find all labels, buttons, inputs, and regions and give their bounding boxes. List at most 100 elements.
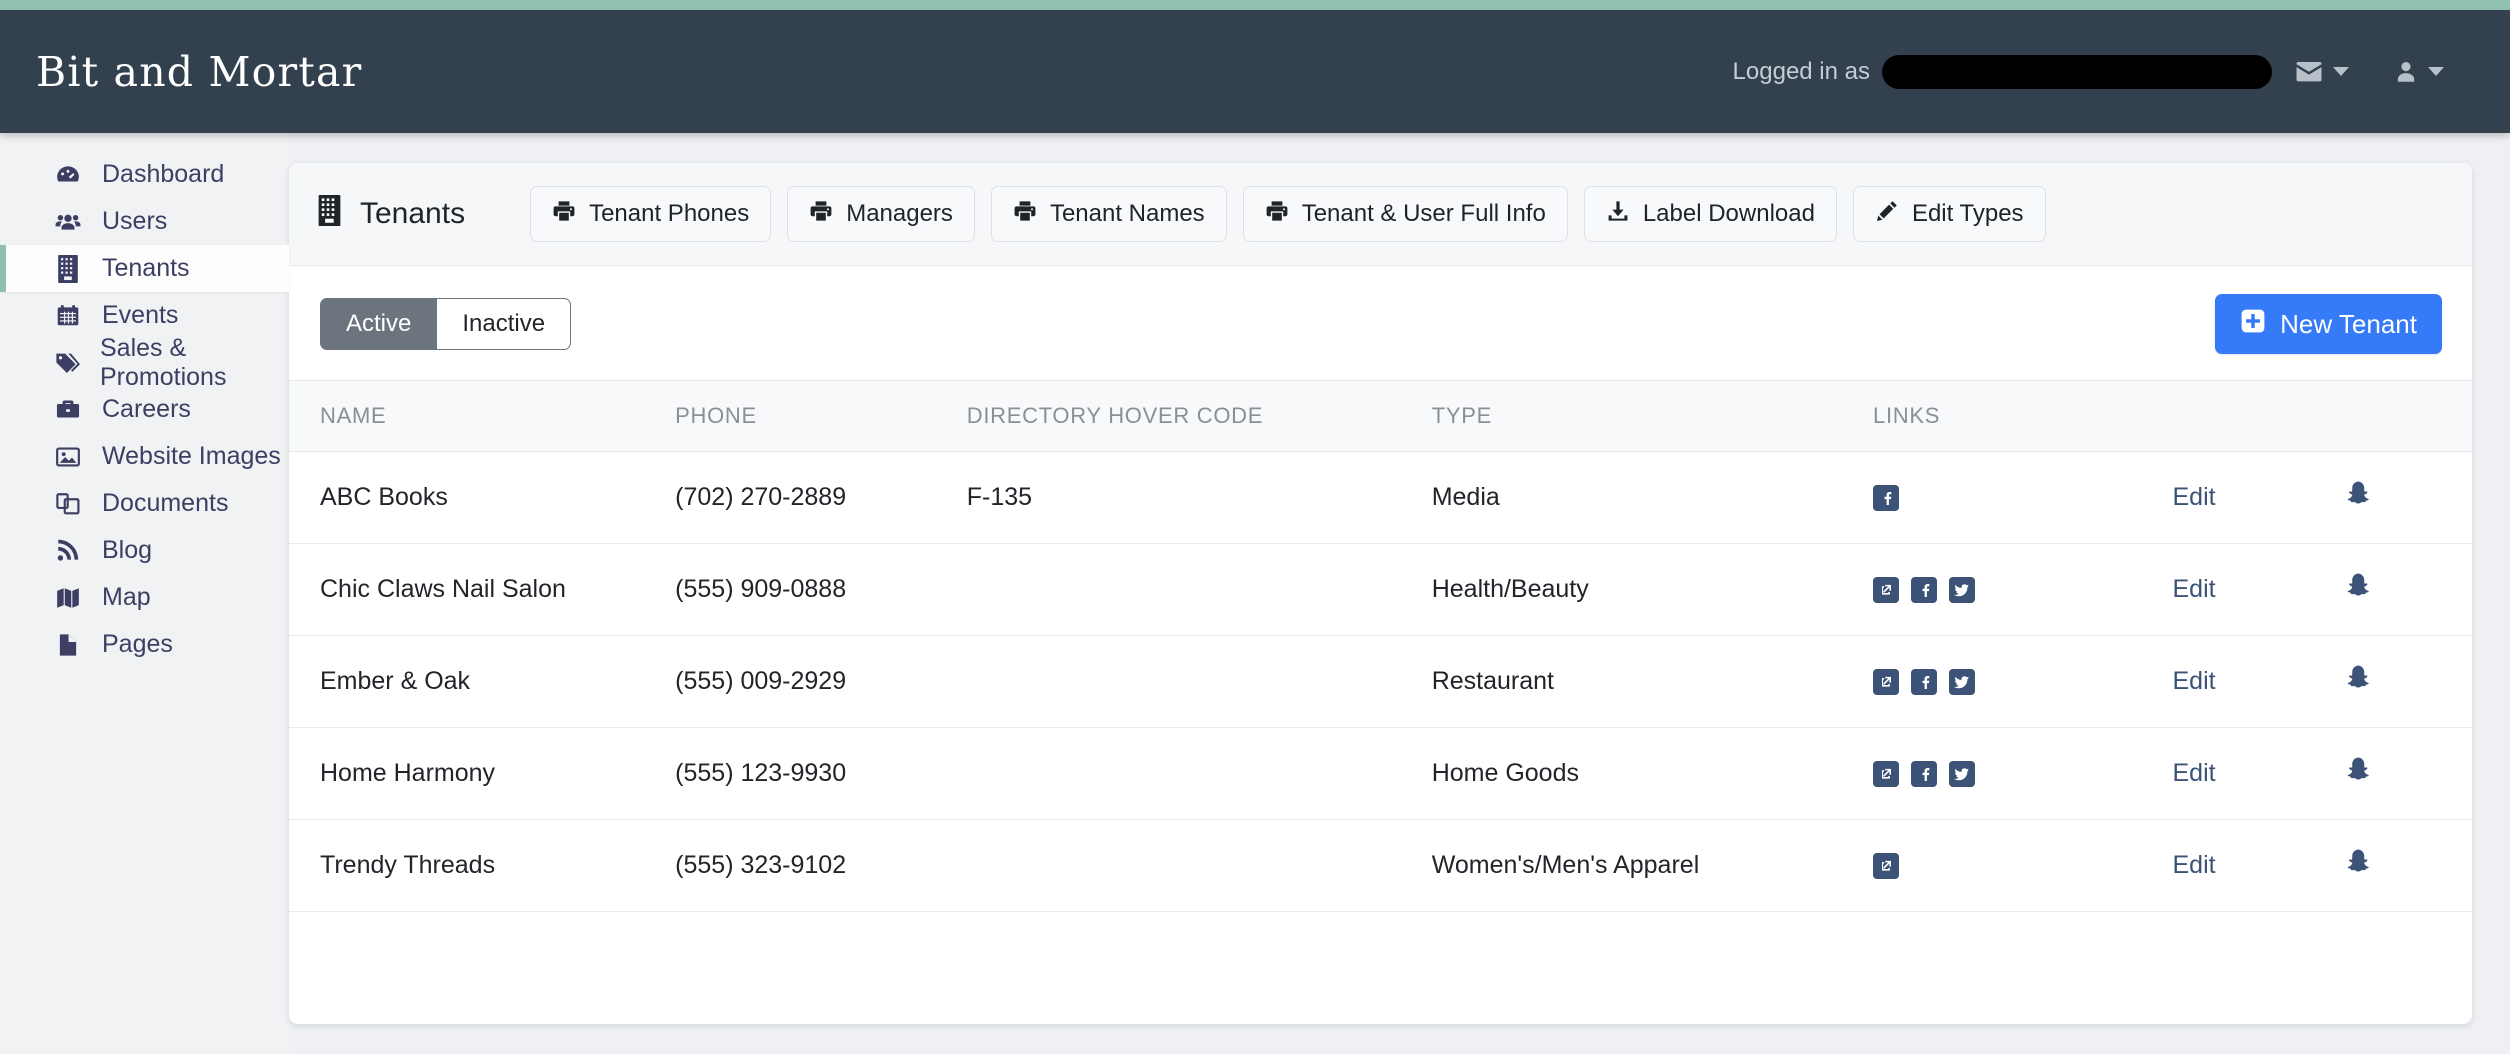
cell-phone: (555) 123-9930 [675, 727, 967, 820]
table-head: NAME PHONE DIRECTORY HOVER CODE TYPE LIN… [289, 380, 2472, 452]
cell-directory-hover-code [966, 727, 1432, 820]
sidebar-item-label: Tenants [102, 254, 190, 282]
snapchat-ghost-icon[interactable] [2346, 480, 2372, 508]
sidebar-item-dashboard[interactable]: Dashboard [0, 151, 289, 198]
snapchat-ghost-icon[interactable] [2346, 572, 2372, 600]
toolbar-button-edit-types[interactable]: Edit Types [1852, 186, 2046, 242]
plus-square-icon [2240, 308, 2266, 341]
download-icon [1606, 199, 1630, 230]
twitter-icon[interactable] [1949, 668, 1976, 695]
dashboard-icon [53, 162, 83, 188]
toolbar-button-label: Edit Types [1911, 200, 2024, 227]
filter-inactive-button[interactable]: Inactive [437, 298, 572, 350]
sidebar-item-label: Map [102, 583, 151, 611]
column-header-edit [2172, 380, 2346, 452]
snapchat-ghost-icon[interactable] [2346, 664, 2372, 692]
cell-links [1873, 635, 2173, 728]
facebook-icon[interactable] [1911, 668, 1938, 695]
cell-extra-action [2345, 543, 2472, 636]
column-header-name[interactable]: NAME [289, 380, 676, 452]
edit-link[interactable]: Edit [2173, 851, 2216, 879]
account-menu[interactable] [2371, 58, 2466, 86]
toolbar-button-tenant-phones[interactable]: Tenant Phones [530, 186, 772, 242]
cell-phone: (555) 909-0888 [675, 543, 967, 636]
external-link-icon[interactable] [1873, 852, 1900, 879]
sidebar-item-label: Events [102, 301, 179, 329]
users-icon [53, 209, 83, 235]
sidebar-item-sales-promotions[interactable]: Sales & Promotions [0, 334, 289, 391]
cell-name: ABC Books [289, 451, 676, 544]
edit-link[interactable]: Edit [2173, 483, 2216, 511]
sidebar-item-users[interactable]: Users [0, 198, 289, 245]
edit-link[interactable]: Edit [2173, 667, 2216, 695]
cell-directory-hover-code [966, 543, 1432, 636]
top-header-bar: Bit and Mortar Logged in as [0, 10, 2510, 133]
rss-icon [53, 538, 83, 564]
pencil-icon [1875, 199, 1899, 230]
external-link-icon[interactable] [1873, 668, 1900, 695]
building-icon [53, 254, 83, 283]
sidebar-nav: Dashboard Users Tenants Events Sales & Promo… [0, 133, 289, 1054]
file-icon [53, 632, 83, 658]
cell-phone: (555) 009-2929 [675, 635, 967, 728]
logged-in-username-redacted [1882, 54, 2272, 89]
external-link-icon[interactable] [1873, 760, 1900, 787]
sidebar-item-label: Blog [102, 536, 153, 564]
map-icon [53, 585, 83, 611]
toolbar-button-managers[interactable]: Managers [787, 186, 975, 242]
cell-type: Home Goods [1431, 727, 1874, 820]
column-header-directory-hover-code[interactable]: DIRECTORY HOVER CODE [966, 380, 1432, 452]
sidebar-item-events[interactable]: Events [0, 292, 289, 339]
page-title: Tenants [317, 194, 465, 234]
external-link-icon[interactable] [1873, 576, 1900, 603]
briefcase-icon [53, 397, 83, 423]
logged-in-label: Logged in as [1732, 57, 1870, 85]
table-row: Chic Claws Nail Salon (555) 909-0888 Healt… [289, 543, 2472, 636]
twitter-icon[interactable] [1949, 576, 1976, 603]
messages-menu[interactable] [2272, 57, 2371, 87]
print-icon [1013, 199, 1037, 230]
snapchat-ghost-icon[interactable] [2346, 848, 2372, 876]
sidebar-item-label: Careers [102, 395, 191, 423]
column-header-phone[interactable]: PHONE [675, 380, 967, 452]
main-content: Tenants Tenant Phones Managers Tenant Name… [289, 133, 2510, 1054]
sidebar-item-website-images[interactable]: Website Images [0, 433, 289, 480]
documents-icon [53, 491, 83, 517]
table-row: Trendy Threads (555) 323-9102 Women's/Men'… [289, 819, 2472, 912]
sidebar-item-tenants[interactable]: Tenants [0, 245, 289, 292]
sidebar-item-label: Sales & Promotions [100, 333, 227, 391]
print-icon [552, 199, 576, 230]
cell-extra-action [2345, 635, 2472, 728]
snapchat-ghost-icon[interactable] [2346, 756, 2372, 784]
toolbar-button-tenant-user-full-info[interactable]: Tenant & User Full Info [1242, 186, 1568, 242]
cell-edit: Edit [2172, 543, 2346, 636]
facebook-icon[interactable] [1911, 576, 1938, 603]
column-header-links[interactable]: LINKS [1873, 380, 2173, 452]
sidebar-item-pages[interactable]: Pages [0, 621, 289, 668]
sidebar-item-blog[interactable]: Blog [0, 527, 289, 574]
cell-links [1873, 727, 2173, 820]
edit-link[interactable]: Edit [2173, 575, 2216, 603]
edit-link[interactable]: Edit [2173, 759, 2216, 787]
cell-edit: Edit [2172, 635, 2346, 728]
print-icon [1265, 199, 1289, 230]
new-tenant-button[interactable]: New Tenant [2215, 294, 2442, 354]
twitter-icon[interactable] [1949, 760, 1976, 787]
sidebar-item-map[interactable]: Map [0, 574, 289, 621]
toolbar-button-tenant-names[interactable]: Tenant Names [990, 186, 1227, 242]
filter-active-button[interactable]: Active [320, 298, 438, 350]
cell-type: Media [1431, 451, 1874, 544]
new-tenant-label: New Tenant [2280, 308, 2417, 339]
sidebar-item-documents[interactable]: Documents [0, 480, 289, 527]
app-brand-logo[interactable]: Bit and Mortar [36, 48, 362, 96]
facebook-icon[interactable] [1873, 484, 1900, 511]
cell-phone: (555) 323-9102 [675, 819, 967, 912]
sidebar-item-careers[interactable]: Careers [0, 386, 289, 433]
toolbar-button-label-download[interactable]: Label Download [1583, 186, 1837, 242]
column-header-type[interactable]: TYPE [1431, 380, 1874, 452]
image-icon [53, 444, 83, 470]
cell-directory-hover-code [966, 635, 1432, 728]
table-row: ABC Books (702) 270-2889 F-135 Media Edit [289, 451, 2472, 544]
cell-links [1873, 819, 2173, 912]
facebook-icon[interactable] [1911, 760, 1938, 787]
